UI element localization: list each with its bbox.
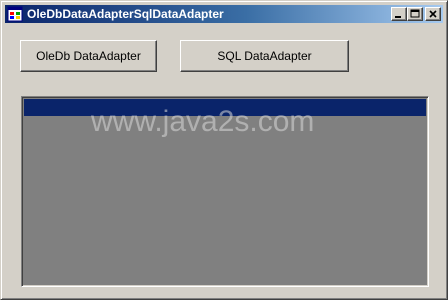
close-icon	[429, 10, 437, 18]
data-grid[interactable]	[21, 96, 429, 287]
close-button[interactable]	[425, 7, 441, 21]
sql-dataadapter-button[interactable]: SQL DataAdapter	[180, 40, 349, 72]
maximize-icon	[410, 9, 420, 18]
oledb-dataadapter-button[interactable]: OleDb DataAdapter	[20, 40, 157, 72]
main-window: OleDbDataAdapterSqlDataAdapter OleDb Dat…	[0, 0, 448, 300]
caption-buttons	[391, 7, 441, 21]
window-title: OleDbDataAdapterSqlDataAdapter	[27, 7, 224, 21]
minimize-icon	[395, 16, 401, 18]
title-bar[interactable]: OleDbDataAdapterSqlDataAdapter	[5, 5, 443, 23]
maximize-button[interactable]	[407, 7, 423, 21]
minimize-button[interactable]	[391, 7, 407, 21]
data-grid-caption	[24, 99, 426, 116]
app-icon[interactable]	[7, 6, 23, 22]
